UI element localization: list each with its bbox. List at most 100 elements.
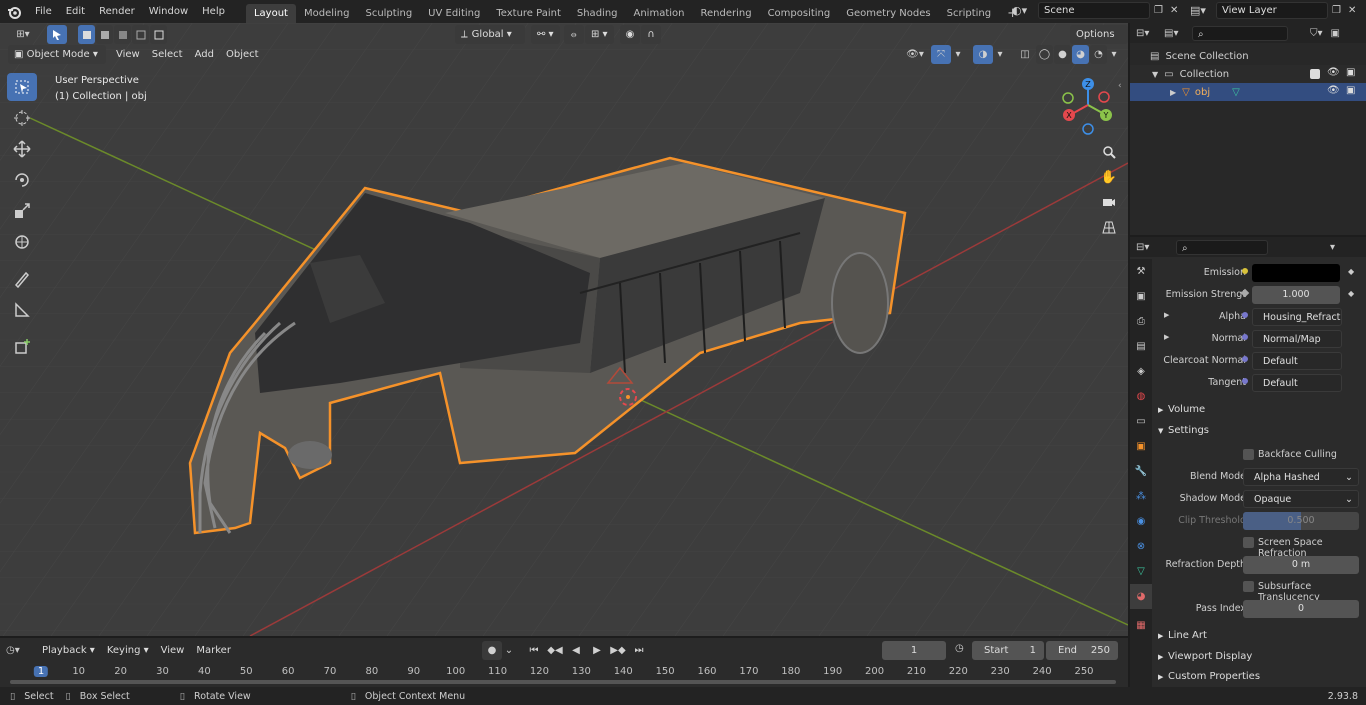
viewport-display-panel-header[interactable]: ▶ Viewport Display — [1152, 647, 1366, 667]
physics-tab-icon[interactable]: ◉ — [1130, 509, 1152, 534]
object-tab-icon[interactable]: ▣ — [1130, 434, 1152, 459]
new-scene-icon[interactable]: ❐ — [1154, 5, 1170, 16]
shading-material-icon[interactable]: ◕ — [1072, 45, 1089, 64]
tab-animation[interactable]: Animation — [626, 4, 693, 23]
tab-uv-editing[interactable]: UV Editing — [420, 4, 488, 23]
menu-file[interactable]: File — [28, 6, 59, 17]
subsurface-translucency-checkbox[interactable] — [1243, 581, 1259, 593]
pivot-point-dropdown[interactable]: ⚯ ▾ — [531, 25, 560, 44]
pan-hand-icon[interactable]: ✋ — [1098, 166, 1120, 188]
properties-options-icon[interactable]: ▾ — [1330, 242, 1335, 253]
viewport-menu-view[interactable]: View — [110, 45, 146, 64]
blender-logo-icon[interactable] — [0, 5, 28, 19]
render-tab-icon[interactable]: ▣ — [1130, 284, 1152, 309]
timeline-scrollbar[interactable] — [10, 680, 1116, 684]
editor-type-icon[interactable]: ⊞▾ — [8, 25, 38, 44]
shading-solid-icon[interactable]: ● — [1054, 45, 1071, 64]
view-layer-field[interactable]: View Layer — [1216, 2, 1328, 19]
transform-tool-icon[interactable] — [7, 228, 37, 256]
subsurface-translucency-row[interactable]: Subsurface Translucency — [1152, 576, 1366, 603]
particles-tab-icon[interactable]: ⁂ — [1130, 484, 1152, 509]
clip-threshold-slider[interactable]: 0.500 — [1243, 512, 1359, 530]
collection-exclude-checkbox[interactable] — [1310, 69, 1320, 79]
snap-toggle[interactable]: ⦵ — [563, 25, 584, 44]
menu-edit[interactable]: Edit — [59, 6, 92, 17]
annotate-tool-icon[interactable] — [7, 265, 37, 293]
normal-link-field[interactable]: Normal/Map — [1252, 330, 1342, 348]
emission-color-field[interactable] — [1252, 264, 1340, 282]
clearcoat-normal-field[interactable]: Default — [1252, 352, 1342, 370]
collection-tab-icon[interactable]: ▭ — [1130, 409, 1152, 434]
texture-tab-icon[interactable]: ▦ — [1130, 613, 1152, 638]
viewport-menu-object[interactable]: Object — [220, 45, 265, 64]
scale-tool-icon[interactable] — [7, 197, 37, 225]
tab-modeling[interactable]: Modeling — [296, 4, 358, 23]
emission-strength-field[interactable]: 1.000 — [1252, 286, 1340, 304]
options-dropdown[interactable]: Options ▾ — [1070, 25, 1128, 59]
settings-panel-header[interactable]: ▼ Settings — [1152, 421, 1366, 441]
world-tab-icon[interactable]: ◍ — [1130, 384, 1152, 409]
alpha-expand-icon[interactable]: ▶ — [1164, 311, 1169, 319]
overlay-toggle-icon[interactable]: ◑ — [973, 45, 993, 64]
backface-culling-row[interactable]: Backface Culling — [1152, 444, 1366, 466]
rotate-tool-icon[interactable] — [7, 166, 37, 194]
shadow-mode-dropdown[interactable]: Opaque ⌄ — [1243, 490, 1359, 508]
select-box-subtract-icon[interactable] — [114, 25, 131, 44]
shading-dropdown-icon[interactable]: ▾ — [1108, 45, 1120, 64]
camera-view-icon[interactable] — [1098, 191, 1120, 213]
shading-rendered-icon[interactable]: ◔ — [1090, 45, 1107, 64]
add-cube-tool-icon[interactable] — [7, 333, 37, 361]
data-tab-icon[interactable]: ▽ — [1130, 559, 1152, 584]
menu-render[interactable]: Render — [92, 6, 142, 17]
alpha-link-field[interactable]: Housing_Refraction_... — [1252, 308, 1342, 326]
remove-scene-icon[interactable]: ✕ — [1170, 5, 1186, 16]
tab-shading[interactable]: Shading — [569, 4, 626, 23]
normal-expand-icon[interactable]: ▶ — [1164, 333, 1169, 341]
navigation-gizmo[interactable]: Z Y X — [1058, 75, 1118, 135]
select-mode-icon[interactable] — [47, 25, 67, 44]
perspective-toggle-icon[interactable] — [1098, 216, 1120, 238]
filter-icon[interactable]: ⛉▾ — [1310, 28, 1323, 39]
snap-target-dropdown[interactable]: ⊞ ▾ — [585, 25, 614, 44]
new-collection-icon[interactable]: ▣ — [1331, 28, 1340, 39]
tab-layout[interactable]: Layout — [245, 4, 296, 23]
obj-visibility-icon[interactable]: 👁 — [1327, 85, 1340, 96]
select-box-extend-icon[interactable] — [96, 25, 113, 44]
properties-editor-type-icon[interactable]: ⊟▾ — [1136, 242, 1176, 253]
screen-space-refraction-checkbox[interactable] — [1243, 537, 1259, 549]
zoom-icon[interactable] — [1098, 141, 1120, 163]
tab-scripting[interactable]: Scripting — [939, 4, 999, 23]
tab-texture-paint[interactable]: Texture Paint — [488, 4, 569, 23]
visibility-filter-icon[interactable]: 👁▾ — [900, 45, 930, 64]
move-tool-icon[interactable] — [7, 135, 37, 163]
view-layer-tab-icon[interactable]: ▤ — [1130, 334, 1152, 359]
gizmo-dropdown-icon[interactable]: ▾ — [952, 45, 964, 64]
material-tab-icon[interactable]: ◕ — [1130, 584, 1152, 609]
scene-field[interactable]: Scene — [1038, 2, 1150, 19]
tab-sculpting[interactable]: Sculpting — [357, 4, 420, 23]
collection-render-icon[interactable]: ▣ — [1346, 67, 1355, 78]
cursor-tool-icon[interactable] — [7, 104, 37, 132]
tab-geometry-nodes[interactable]: Geometry Nodes — [838, 4, 938, 23]
outliner-row-scene-collection[interactable]: ▤ Scene Collection — [1130, 47, 1366, 65]
blend-mode-dropdown[interactable]: Alpha Hashed ⌄ — [1243, 468, 1359, 486]
outliner-search-input[interactable]: ⌕ — [1192, 25, 1288, 41]
select-box-new-icon[interactable] — [78, 25, 95, 44]
tangent-field[interactable]: Default — [1252, 374, 1342, 392]
measure-tool-icon[interactable] — [7, 296, 37, 324]
backface-culling-checkbox[interactable] — [1243, 449, 1259, 461]
outliner-row-collection[interactable]: ▼ ▭ Collection 👁 ▣ — [1130, 65, 1366, 83]
collection-visibility-icon[interactable]: 👁 — [1327, 67, 1340, 78]
viewport-menu-select[interactable]: Select — [146, 45, 189, 64]
output-tab-icon[interactable]: ⎙ — [1130, 309, 1152, 334]
tab-compositing[interactable]: Compositing — [760, 4, 839, 23]
select-box-intersect-icon[interactable] — [150, 25, 167, 44]
viewport-menu-add[interactable]: Add — [189, 45, 220, 64]
overlay-dropdown-icon[interactable]: ▾ — [994, 45, 1006, 64]
transform-orientation-dropdown[interactable]: ⟂ Global ▾ — [455, 25, 525, 44]
volume-panel-header[interactable]: ▶ Volume — [1152, 400, 1366, 420]
outliner-editor-type-icon[interactable]: ⊟▾ — [1136, 28, 1164, 39]
expand-obj-icon[interactable]: ▶ — [1170, 88, 1176, 97]
menu-window[interactable]: Window — [142, 6, 195, 17]
pass-index-field[interactable]: 0 — [1243, 600, 1359, 618]
